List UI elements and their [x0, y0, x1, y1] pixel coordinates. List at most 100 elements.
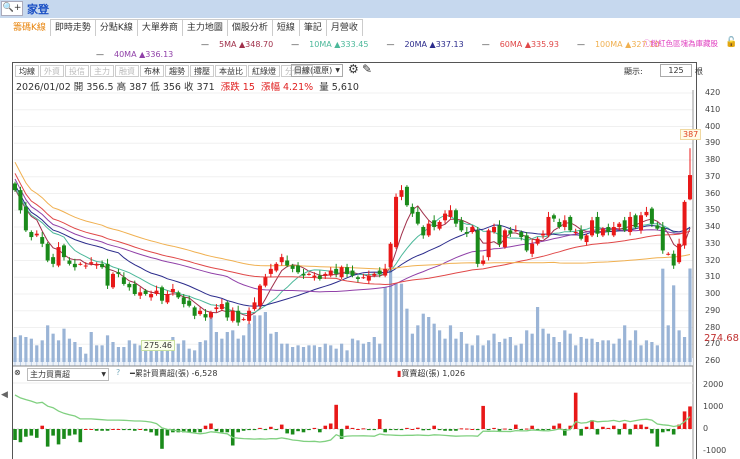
candle-body [61, 245, 66, 258]
close-indicator-icon[interactable]: ⊗ [14, 368, 21, 377]
candle-body [524, 235, 529, 251]
bs-label: 買賣超(張) [401, 369, 440, 378]
candle-body [682, 201, 687, 246]
candle-body [181, 297, 186, 305]
candle-body [611, 227, 616, 236]
indicator-select[interactable]: 主力買賣超 ▼ [27, 368, 109, 381]
buysell-bar [584, 426, 589, 429]
buysell-bar [73, 429, 77, 435]
candle-body [225, 302, 230, 318]
candle-body [421, 227, 426, 236]
candle-body [127, 283, 132, 288]
buysell-bar [269, 426, 273, 429]
buysell-bar [318, 429, 322, 433]
volume-bar [329, 345, 333, 362]
volume-bar [661, 268, 665, 362]
candle-body [143, 290, 148, 294]
volume-bar [111, 342, 115, 362]
buysell-bar [405, 427, 409, 429]
candle-body [388, 243, 393, 268]
candle-body [644, 211, 649, 216]
indicator-value: 主力買賣超 [30, 370, 70, 379]
candle-body [361, 277, 366, 279]
volume-bar [552, 337, 556, 362]
collapse-arrow-icon[interactable]: ◀ [1, 390, 8, 400]
volume-bar [84, 353, 88, 362]
cum-label: 累計買賣超(張) [134, 369, 190, 378]
candle-body [639, 215, 644, 231]
buysell-bar [410, 429, 415, 430]
buysell-bar [617, 429, 622, 435]
candle-body [459, 220, 464, 231]
candle-body [426, 223, 431, 236]
candle-body [470, 227, 475, 233]
candle-body [306, 273, 311, 275]
price-tick: 360 [705, 188, 721, 198]
volume-bar [127, 340, 131, 362]
candle-body [530, 243, 535, 254]
candle-body [257, 285, 262, 306]
buysell-bar [416, 427, 420, 429]
buysell-bar [421, 429, 426, 431]
volume-bar [214, 332, 219, 362]
volume-bar [46, 325, 50, 362]
price-tick: 380 [705, 155, 721, 164]
volume-bar [116, 347, 121, 362]
buysell-bar [394, 429, 398, 431]
volume-bar [105, 335, 110, 362]
buysell-bar [350, 427, 355, 429]
candle-body [176, 292, 181, 298]
candle-body [72, 263, 77, 268]
candle-body [154, 290, 159, 294]
buysell-bar [94, 429, 99, 431]
volume-bar [644, 340, 649, 362]
candle-body [94, 263, 99, 266]
candle-body [268, 268, 273, 274]
buysell-bar [24, 429, 28, 437]
candle-body [486, 230, 491, 258]
buysell-bar [274, 429, 279, 431]
candle-body [568, 216, 573, 231]
volume-bar [394, 283, 398, 362]
volume-bar [405, 308, 409, 362]
volume-bar [334, 348, 338, 362]
buysell-bar [426, 429, 431, 431]
candle-body [34, 233, 39, 236]
volume-bar [606, 340, 610, 362]
volume-bar [29, 338, 33, 362]
volume-bar [296, 345, 300, 362]
help-icon[interactable]: ? [116, 368, 120, 377]
buysell-bar [367, 429, 371, 431]
volume-bar [601, 340, 605, 362]
buysell-bar [247, 429, 251, 431]
volume-bar [51, 333, 55, 362]
buysell-bar [606, 427, 611, 429]
buysell-bar [51, 429, 55, 436]
lower-tick: 2000 [703, 380, 724, 389]
volume-bar [623, 325, 627, 362]
buysell-bar [138, 429, 143, 430]
candle-body [219, 304, 224, 310]
candle-body [208, 312, 213, 318]
price-tick: 410 [705, 104, 721, 114]
volume-bar [557, 342, 561, 362]
buysell-bar [323, 425, 328, 429]
volume-bar [514, 345, 518, 362]
candle-body [290, 265, 295, 269]
buysell-bar [470, 429, 475, 430]
candle-body [301, 273, 306, 276]
volume-bar [193, 350, 197, 362]
candle-body [492, 227, 497, 233]
price-tick: 310 [705, 272, 721, 282]
candle-body [377, 270, 382, 274]
buysell-bar [328, 423, 333, 429]
volume-bar [574, 345, 578, 362]
buysell-bar [160, 429, 164, 449]
buysell-bar [644, 426, 649, 429]
candle-body [18, 190, 23, 211]
volume-bar [677, 330, 681, 362]
price-chart[interactable] [0, 0, 740, 459]
candle-body [328, 270, 333, 276]
volume-bar [443, 338, 447, 362]
volume-bar [350, 338, 355, 362]
